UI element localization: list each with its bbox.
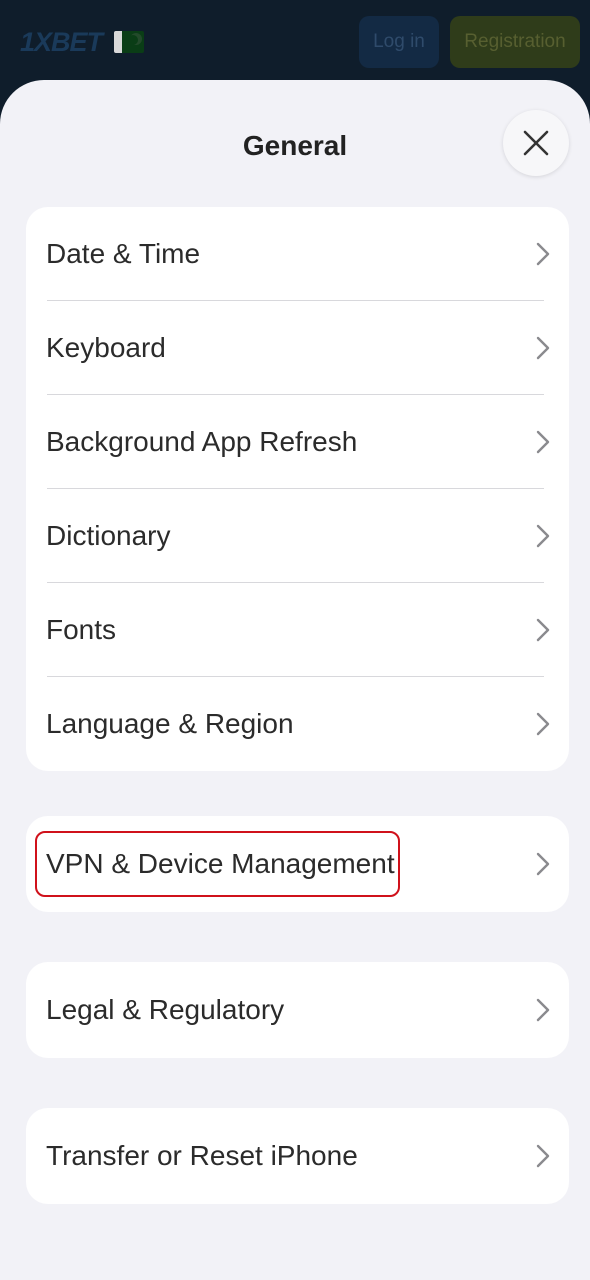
chevron-right-icon xyxy=(536,998,550,1022)
settings-item-language-region[interactable]: Language & Region xyxy=(26,677,569,771)
settings-item-label: VPN & Device Management xyxy=(46,848,395,879)
registration-button[interactable]: Registration xyxy=(450,16,580,68)
settings-group-vpn: VPN & Device Management xyxy=(26,816,569,912)
settings-item-label: Background App Refresh xyxy=(46,426,358,457)
chevron-right-icon xyxy=(536,712,550,736)
settings-item-fonts[interactable]: Fonts xyxy=(26,583,569,677)
close-button[interactable] xyxy=(503,110,569,176)
page-title: General xyxy=(242,130,348,161)
settings-item-vpn-device-management[interactable]: VPN & Device Management xyxy=(26,816,569,912)
chevron-right-icon xyxy=(536,618,550,642)
site-header: 1XBET Log in Registration xyxy=(0,0,590,90)
logo-text: 1XBET xyxy=(20,26,103,57)
settings-item-label: Language & Region xyxy=(46,708,294,739)
chevron-right-icon xyxy=(536,336,550,360)
settings-item-date-time[interactable]: Date & Time xyxy=(26,207,569,301)
settings-item-transfer-reset[interactable]: Transfer or Reset iPhone xyxy=(26,1108,569,1204)
chevron-right-icon xyxy=(536,524,550,548)
settings-item-label: Dictionary xyxy=(46,520,171,551)
chevron-right-icon xyxy=(536,430,550,454)
chevron-right-icon xyxy=(536,1144,550,1168)
settings-item-label: Keyboard xyxy=(46,332,166,363)
brand-logo[interactable]: 1XBET xyxy=(20,26,145,58)
settings-item-label: Legal & Regulatory xyxy=(46,994,285,1025)
settings-item-keyboard[interactable]: Keyboard xyxy=(26,301,569,395)
settings-item-legal-regulatory[interactable]: Legal & Regulatory xyxy=(26,962,569,1058)
settings-item-label: Fonts xyxy=(46,614,117,645)
login-button[interactable]: Log in xyxy=(359,16,439,68)
close-icon xyxy=(523,130,549,156)
chevron-right-icon xyxy=(536,852,550,876)
settings-item-label: Transfer or Reset iPhone xyxy=(46,1140,358,1171)
settings-group-transfer: Transfer or Reset iPhone xyxy=(26,1108,569,1204)
settings-item-background-app-refresh[interactable]: Background App Refresh xyxy=(26,395,569,489)
chevron-right-icon xyxy=(536,242,550,266)
settings-item-label: Date & Time xyxy=(46,238,201,269)
general-settings-sheet: General Date & Time Keyboard Background … xyxy=(0,80,590,1280)
settings-item-dictionary[interactable]: Dictionary xyxy=(26,489,569,583)
settings-group-general: Date & Time Keyboard Background App Refr… xyxy=(26,207,569,771)
country-flag-icon[interactable] xyxy=(114,31,145,53)
settings-group-legal: Legal & Regulatory xyxy=(26,962,569,1058)
